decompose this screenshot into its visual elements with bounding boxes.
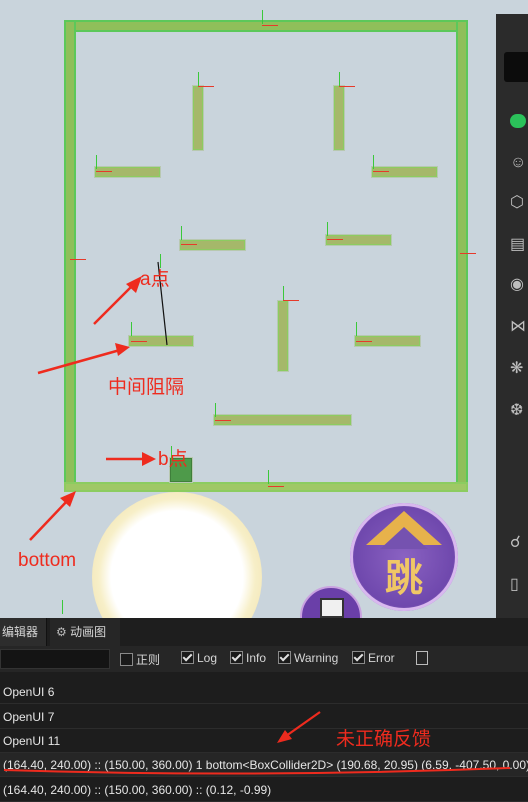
console-log-list: OpenUI 6 OpenUI 7 OpenUI 11 (164.40, 240…: [0, 672, 528, 802]
cube-icon[interactable]: ⬡: [510, 194, 528, 212]
filter-info-label: Info: [246, 651, 267, 665]
atom-icon[interactable]: ❋: [510, 360, 528, 378]
animation-icon: ⚙: [56, 625, 67, 639]
filter-warning-label: Warning: [294, 651, 339, 665]
warning-checkbox[interactable]: [278, 651, 291, 664]
aperture-icon[interactable]: ◉: [510, 276, 528, 294]
log-checkbox[interactable]: [181, 651, 194, 664]
panel-tabs: 编辑器 ⚙ 动画图: [0, 618, 528, 646]
right-toolbar: ☺ ⬡ ▤ ◉ ⋈ ❋ ❆ ☌ ▯ ☰: [496, 14, 528, 654]
info-checkbox[interactable]: [230, 651, 243, 664]
filter-error-label: Error: [368, 651, 395, 665]
annotation-arrow: [3, 711, 511, 775]
filter-regex[interactable]: 正则: [120, 651, 160, 668]
error-checkbox[interactable]: [352, 651, 365, 664]
filter-log-label: Log: [197, 651, 218, 665]
filter-error[interactable]: Error: [352, 651, 395, 665]
console-filter-bar: 正则 Log Info Warning Error: [0, 646, 528, 672]
tab-editor-label: 编辑器: [2, 625, 39, 639]
game-scene[interactable]: 跳 a点 中间阻隔 b点 bottom: [0, 0, 496, 618]
clear-log-icon[interactable]: [416, 651, 428, 665]
wechat-icon[interactable]: [510, 114, 528, 132]
annotation-middle-block: 中间阻隔: [108, 377, 185, 398]
console-search-input[interactable]: [0, 649, 110, 669]
link-icon[interactable]: ☌: [510, 534, 528, 552]
regex-checkbox[interactable]: [120, 653, 133, 666]
folder-icon[interactable]: ▤: [510, 236, 528, 254]
annotation-a-point: a点: [140, 269, 170, 290]
butterfly-icon[interactable]: ⋈: [510, 318, 528, 336]
annotation-b-point: b点: [158, 449, 188, 470]
tab-animation[interactable]: ⚙ 动画图: [50, 618, 120, 646]
filter-warning[interactable]: Warning: [278, 651, 338, 665]
filter-regex-label: 正则: [136, 653, 161, 667]
logo-icon[interactable]: [504, 52, 528, 82]
connection-line: [29, 261, 168, 541]
tab-editor[interactable]: 编辑器: [0, 618, 47, 646]
tab-animation-label: 动画图: [70, 625, 107, 639]
filter-log[interactable]: Log: [181, 651, 217, 665]
annotation-bottom: bottom: [18, 550, 77, 571]
phone-icon[interactable]: ▯: [510, 576, 528, 594]
user-icon[interactable]: ☺: [510, 154, 528, 172]
hex-icon[interactable]: ❆: [510, 402, 528, 420]
filter-info[interactable]: Info: [230, 651, 266, 665]
